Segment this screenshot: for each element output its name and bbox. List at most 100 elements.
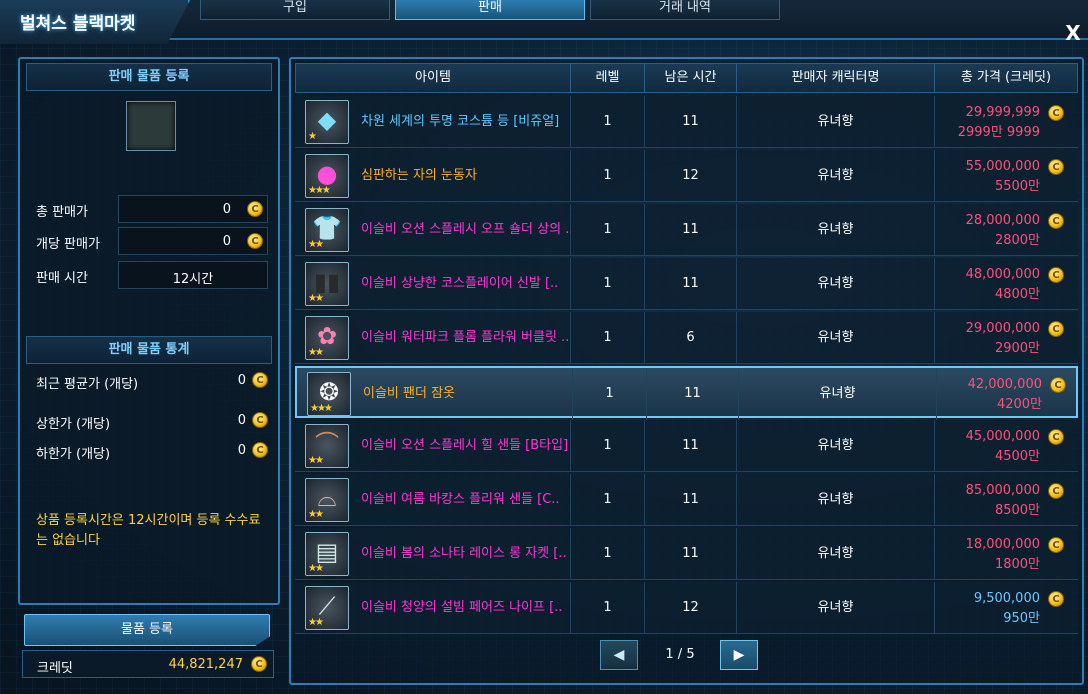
price-value: 48,000,000	[965, 267, 1040, 282]
knife-icon: ⟋ ★★	[305, 586, 349, 630]
table-row[interactable]: ⟋ ★★ 이슬비 청양의 설빔 페어즈 나이프 [.. 1 12 유녀향 9,500,000…	[295, 582, 1078, 634]
listing-table: 아이템 레벨 남은 시간 판매자 캐릭터명 총 가격 (크레딧) ◆ ★ 차원 세계…	[289, 57, 1084, 685]
credit-bar: 크레딧 44,821,247 C	[22, 650, 274, 678]
seller-cell: 유녀향	[737, 420, 935, 472]
table-row[interactable]: ▤ ★★ 이슬비 봄의 소나타 레이스 롱 자켓 [.. 1 11 유녀향 18,000,0…	[295, 528, 1078, 580]
table-row[interactable]: ● ★★★ 심판하는 자의 눈동자 1 12 유녀향 55,000,000 5500만 C	[295, 150, 1078, 202]
item-name: 이슬비 상냥한 코스플레이어 신발 [..	[361, 276, 559, 291]
time-cell: 12	[645, 150, 737, 202]
rarity-stars: ★★	[308, 239, 324, 250]
tab-history[interactable]: 거래 내역	[590, 0, 780, 20]
price-short: 5500만	[994, 179, 1040, 194]
price-short: 2999만 9999	[957, 125, 1040, 140]
rarity-stars: ★★	[308, 455, 324, 466]
coin-icon: C	[1048, 213, 1064, 229]
item-name: 차원 세계의 투명 코스튬 등 [비쥬얼]	[361, 114, 560, 129]
unit-price-label: 개당 판매가	[36, 237, 100, 252]
sandals-icon: ⌒ ★★	[305, 424, 349, 468]
seller-cell: 유녀향	[737, 204, 935, 256]
pagination: ◀ 1 / 5 ▶	[600, 640, 760, 670]
price-value: 45,000,000	[965, 429, 1040, 444]
time-cell: 11	[645, 474, 737, 526]
price-value: 29,999,999	[965, 105, 1040, 120]
table-row[interactable]: ⌓ ★★ 이슬비 여름 바캉스 플리워 샌들 [C.. 1 11 유녀향 85,000,00…	[295, 474, 1078, 526]
table-row[interactable]: 👕 ★★ 이슬비 오션 스플레시 오프 숄더 상의 .. 1 11 유녀향 28,000,0…	[295, 204, 1078, 256]
prev-page-button[interactable]: ◀	[600, 640, 638, 670]
item-name: 이슬비 워터파크 플롬 플라워 버클릿 ..	[361, 330, 570, 345]
rarity-stars: ★★	[308, 617, 324, 628]
item-cell: ⌒ ★★ 이슬비 오션 스플레시 힐 샌들 [B타입]	[295, 420, 571, 472]
table-row[interactable]: ⌒ ★★ 이슬비 오션 스플레시 힐 샌들 [B타입] 1 11 유녀향 45,000,00…	[295, 420, 1078, 472]
coin-icon: C	[247, 201, 263, 217]
sell-stats-header: 판매 물품 통계	[26, 336, 272, 364]
unit-price-input[interactable]: 0 C	[118, 227, 268, 255]
coin-icon: C	[1048, 105, 1064, 121]
col-seller[interactable]: 판매자 캐릭터명	[737, 64, 935, 92]
notice-text: 상품 등록시간은 12시간이며 등록 수수료는 없습니다	[36, 513, 261, 548]
price-short: 4200만	[996, 397, 1042, 412]
item-cell: 👕 ★★ 이슬비 오션 스플레시 오프 숄더 상의 ..	[295, 204, 571, 256]
total-price-input[interactable]: 0 C	[118, 195, 268, 223]
register-item-button[interactable]: 물품 등록	[24, 614, 270, 646]
price-short: 8500만	[994, 503, 1040, 518]
window-title: 벌쳐스 블랙마켓	[20, 14, 136, 34]
price-value: 9,500,000	[973, 591, 1040, 606]
panda-icon: ❂ ★★★	[307, 372, 351, 416]
price-cell: 29,000,000 2900만 C	[935, 312, 1078, 364]
col-price[interactable]: 총 가격 (크레딧)	[935, 64, 1077, 92]
sell-time-select[interactable]: 12시간	[118, 261, 268, 289]
time-cell: 11	[645, 96, 737, 148]
lower-price-value: 0	[237, 443, 246, 458]
item-slot[interactable]	[126, 101, 176, 151]
item-name: 이슬비 오션 스플레시 힐 샌들 [B타입]	[361, 438, 569, 453]
coin-icon: C	[1048, 483, 1064, 499]
level-cell: 1	[571, 96, 645, 148]
table-row[interactable]: ◆ ★ 차원 세계의 투명 코스튬 등 [비쥬얼] 1 11 유녀향 29,999,999 2…	[295, 96, 1078, 148]
recent-avg-row: 최근 평균가 (개당) 0 C	[36, 371, 272, 393]
table-header: 아이템 레벨 남은 시간 판매자 캐릭터명 총 가격 (크레딧)	[295, 63, 1078, 93]
rarity-stars: ★★★	[308, 185, 331, 196]
item-name: 이슬비 봄의 소나타 레이스 롱 자켓 [..	[361, 546, 567, 561]
item-cell: ◆ ★ 차원 세계의 투명 코스튬 등 [비쥬얼]	[295, 96, 571, 148]
item-name: 이슬비 팬더 잠옷	[363, 386, 455, 401]
price-value: 28,000,000	[965, 213, 1040, 228]
price-cell: 55,000,000 5500만 C	[935, 150, 1078, 202]
flower-icon: ✿ ★★	[305, 316, 349, 360]
col-item[interactable]: 아이템	[296, 64, 571, 92]
top-costume-icon: 👕 ★★	[305, 208, 349, 252]
price-cell: 45,000,000 4500만 C	[935, 420, 1078, 472]
close-button[interactable]: X	[1064, 23, 1082, 43]
item-name: 심판하는 자의 눈동자	[361, 168, 477, 183]
seller-cell: 유녀향	[739, 368, 937, 420]
recent-avg-label: 최근 평균가 (개당)	[36, 377, 139, 392]
lower-price-row: 하한가 (개당) 0 C	[36, 441, 272, 463]
price-value: 18,000,000	[965, 537, 1040, 552]
price-value: 55,000,000	[965, 159, 1040, 174]
coin-icon: C	[247, 233, 263, 249]
recent-avg-value: 0	[237, 373, 246, 388]
item-cell: ⌓ ★★ 이슬비 여름 바캉스 플리워 샌들 [C..	[295, 474, 571, 526]
next-page-button[interactable]: ▶	[720, 640, 758, 670]
col-time[interactable]: 남은 시간	[645, 64, 737, 92]
price-value: 29,000,000	[965, 321, 1040, 336]
table-row[interactable]: ❂ ★★★ 이슬비 팬더 잠옷 1 11 유녀향 42,000,000 4200만 C	[295, 366, 1078, 420]
coin-icon: C	[1048, 537, 1064, 553]
table-row[interactable]: ✿ ★★ 이슬비 워터파크 플롬 플라워 버클릿 .. 1 6 유녀향 29,000,000…	[295, 312, 1078, 364]
table-row[interactable]: ▮▮ ★★ 이슬비 상냥한 코스플레이어 신발 [.. 1 11 유녀향 48,000,00…	[295, 258, 1078, 310]
price-cell: 85,000,000 8500만 C	[935, 474, 1078, 526]
seller-cell: 유녀향	[737, 528, 935, 580]
rarity-stars: ★★	[308, 509, 324, 520]
coin-icon: C	[1048, 321, 1064, 337]
level-cell: 1	[573, 368, 647, 420]
crystal-icon: ◆ ★	[305, 100, 349, 144]
item-cell: ● ★★★ 심판하는 자의 눈동자	[295, 150, 571, 202]
col-level[interactable]: 레벨	[571, 64, 645, 92]
tab-buy[interactable]: 구입	[200, 0, 390, 20]
item-name: 이슬비 오션 스플레시 오프 숄더 상의 ..	[361, 222, 571, 237]
rarity-stars: ★★	[308, 563, 324, 574]
jacket-icon: ▤ ★★	[305, 532, 349, 576]
price-short: 1800만	[994, 557, 1040, 572]
tab-sell[interactable]: 판매	[395, 0, 585, 20]
item-cell: ✿ ★★ 이슬비 워터파크 플롬 플라워 버클릿 ..	[295, 312, 571, 364]
total-price-value: 0	[222, 202, 231, 217]
